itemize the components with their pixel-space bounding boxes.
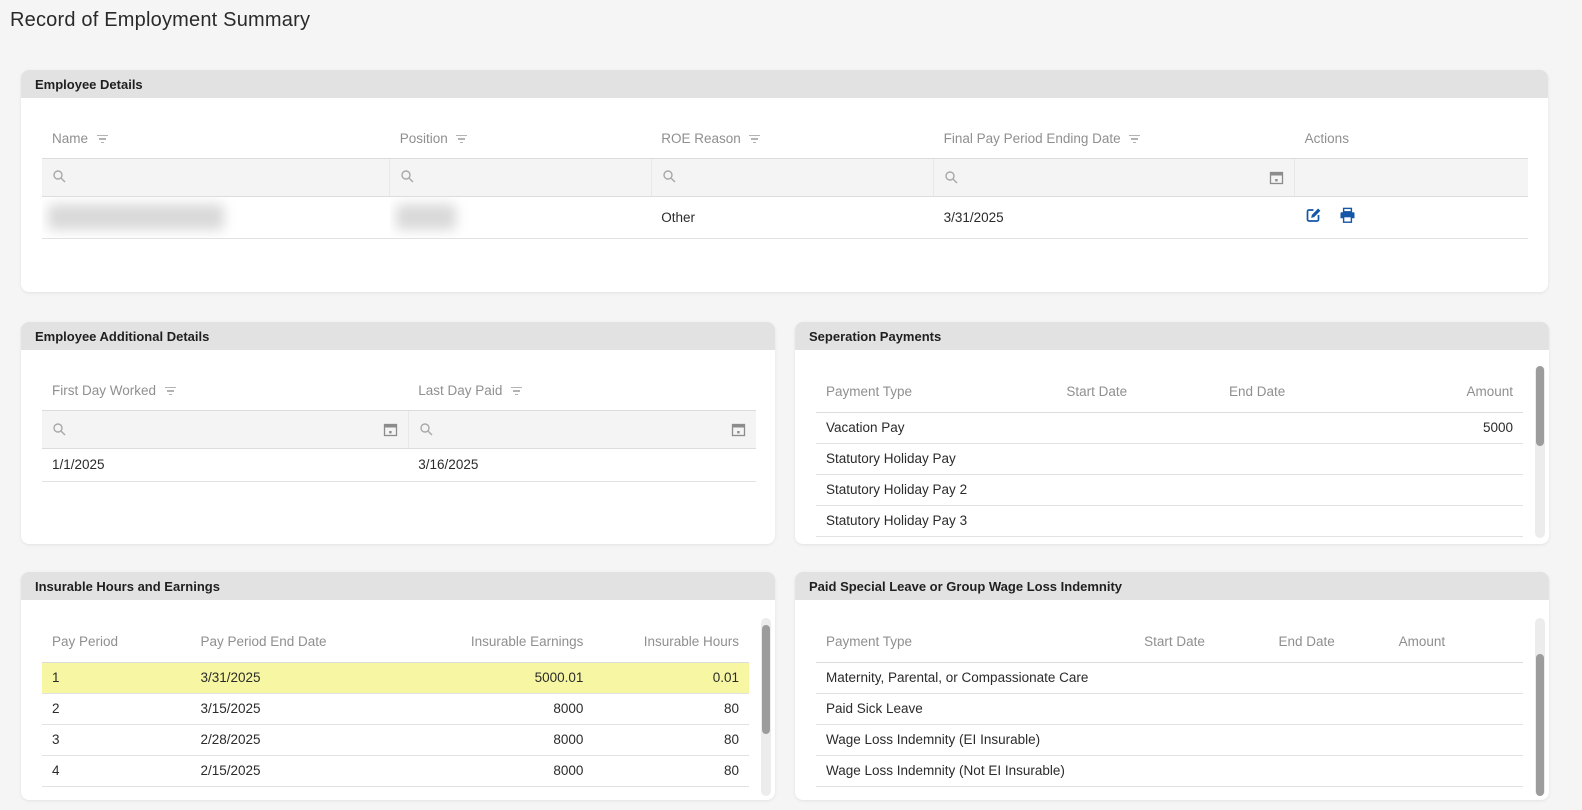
first-day-worked-value: 1/1/2025	[42, 448, 409, 482]
employee-additional-details-table: First Day Worked Last Day Paid 1/1/2025 …	[42, 372, 756, 482]
search-icon	[53, 423, 66, 436]
column-header-amount: Amount	[1388, 622, 1523, 663]
first-day-worked-filter-input[interactable]	[42, 410, 409, 449]
leave-row[interactable]: Paid Sick Leave	[816, 693, 1523, 725]
employee-additional-details-panel-header: Employee Additional Details	[21, 322, 775, 350]
pay-period-row-selected[interactable]: 1 3/31/2025 5000.01 0.01	[42, 662, 749, 694]
actions-filter-cell	[1294, 158, 1528, 197]
print-icon	[1340, 207, 1355, 223]
column-header-pay-period-end-date: Pay Period End Date	[190, 622, 403, 663]
scrollbar-track[interactable]	[1535, 366, 1545, 538]
roe-reason-filter-input[interactable]	[650, 158, 934, 197]
search-icon	[663, 169, 676, 182]
panel-title: Paid Special Leave or Group Wage Loss In…	[809, 578, 1123, 594]
panel-title: Employee Details	[35, 76, 143, 92]
payment-row[interactable]: Vacation Pay 5000	[816, 412, 1523, 444]
calendar-icon[interactable]	[1269, 170, 1284, 185]
leave-row[interactable]: Maternity, Parental, or Compassionate Ca…	[816, 662, 1523, 694]
scrollbar-track[interactable]	[1535, 618, 1545, 796]
edit-button[interactable]	[1305, 207, 1322, 224]
search-icon	[401, 169, 414, 182]
column-header-first-day-worked[interactable]: First Day Worked	[42, 372, 409, 411]
filter-icon	[1129, 134, 1141, 143]
pay-period-row[interactable]: 3 2/28/2025 8000 80	[42, 724, 749, 756]
header-row: First Day Worked Last Day Paid	[42, 372, 756, 411]
column-header-actions: Actions	[1294, 120, 1528, 159]
column-header-insurable-hours: Insurable Hours	[593, 622, 749, 663]
filter-icon	[510, 386, 522, 395]
employee-details-panel-header: Employee Details	[21, 70, 1548, 98]
column-header-payment-type: Payment Type	[816, 372, 1057, 413]
additional-details-row[interactable]: 1/1/2025 3/16/2025	[42, 448, 756, 482]
separation-payments-panel-header: Seperation Payments	[795, 322, 1549, 350]
header-row: Payment Type Start Date End Date Amount	[816, 372, 1523, 413]
header-row: Pay Period Pay Period End Date Insurable…	[42, 622, 749, 663]
insurable-hours-earnings-panel: Insurable Hours and Earnings Pay Period …	[21, 572, 775, 800]
column-header-roe-reason[interactable]: ROE Reason	[651, 120, 934, 159]
panel-title: Employee Additional Details	[35, 328, 210, 344]
scrollbar-thumb[interactable]	[1536, 366, 1544, 446]
insurable-hours-earnings-table: Pay Period Pay Period End Date Insurable…	[42, 622, 749, 787]
header-row: Payment Type Start Date End Date Amount	[816, 622, 1523, 663]
paid-special-leave-panel-header: Paid Special Leave or Group Wage Loss In…	[795, 572, 1549, 600]
separation-payments-table: Payment Type Start Date End Date Amount …	[816, 372, 1523, 537]
column-header-start-date: Start Date	[1056, 372, 1219, 413]
filter-icon	[96, 134, 108, 143]
scrollbar-thumb[interactable]	[762, 625, 770, 734]
scrollbar-track[interactable]	[761, 618, 771, 796]
final-pay-period-filter-input[interactable]	[933, 158, 1295, 197]
payment-row[interactable]: Statutory Holiday Pay 2	[816, 474, 1523, 506]
column-header-pay-period: Pay Period	[42, 622, 191, 663]
pay-period-row[interactable]: 2 3/15/2025 8000 80	[42, 693, 749, 725]
edit-icon	[1306, 208, 1321, 222]
column-header-last-day-paid[interactable]: Last Day Paid	[408, 372, 756, 411]
panel-title: Insurable Hours and Earnings	[35, 578, 220, 594]
pay-period-row[interactable]: 4 2/15/2025 8000 80	[42, 755, 749, 787]
separation-payments-panel: Seperation Payments Payment Type Start D…	[795, 322, 1549, 544]
last-day-paid-filter-input[interactable]	[407, 410, 756, 449]
scrollbar-thumb[interactable]	[1536, 654, 1544, 796]
column-header-amount: Amount	[1388, 372, 1523, 413]
employee-row[interactable]: Other 3/31/2025	[42, 196, 1528, 239]
paid-special-leave-table: Payment Type Start Date End Date Amount …	[816, 622, 1523, 787]
print-button[interactable]	[1339, 207, 1356, 224]
column-header-payment-type: Payment Type	[816, 622, 1135, 663]
header-row: Name Position ROE Reason Final Pay Perio…	[42, 120, 1528, 159]
paid-special-leave-panel: Paid Special Leave or Group Wage Loss In…	[795, 572, 1549, 800]
insurable-hours-earnings-panel-header: Insurable Hours and Earnings	[21, 572, 775, 600]
leave-row[interactable]: Wage Loss Indemnity (EI Insurable)	[816, 724, 1523, 756]
employee-additional-details-panel: Employee Additional Details First Day Wo…	[21, 322, 775, 544]
calendar-icon[interactable]	[731, 422, 746, 437]
calendar-icon[interactable]	[383, 422, 398, 437]
search-icon	[945, 171, 958, 184]
column-header-end-date: End Date	[1268, 622, 1389, 663]
panel-title: Seperation Payments	[809, 328, 942, 344]
payment-row[interactable]: Statutory Holiday Pay 3	[816, 505, 1523, 537]
name-filter-input[interactable]	[42, 158, 390, 197]
roe-reason-value: Other	[651, 196, 934, 239]
search-icon	[53, 169, 66, 182]
employee-details-table: Name Position ROE Reason Final Pay Perio…	[42, 120, 1528, 239]
leave-row[interactable]: Wage Loss Indemnity (Not EI Insurable)	[816, 755, 1523, 787]
filter-row	[42, 158, 1528, 197]
filter-icon	[164, 386, 176, 395]
column-header-insurable-earnings: Insurable Earnings	[402, 622, 594, 663]
final-pay-period-value: 3/31/2025	[933, 196, 1295, 239]
column-header-final-pay-period-ending-date[interactable]: Final Pay Period Ending Date	[933, 120, 1295, 159]
column-header-name[interactable]: Name	[42, 120, 390, 159]
filter-icon	[749, 134, 761, 143]
redacted-position	[395, 204, 456, 230]
employee-details-panel: Employee Details Name Position ROE Reaso…	[21, 70, 1548, 292]
column-header-start-date: Start Date	[1134, 622, 1269, 663]
filter-icon	[456, 134, 468, 143]
redacted-name	[48, 204, 224, 230]
page-title: Record of Employment Summary	[10, 9, 311, 31]
last-day-paid-value: 3/16/2025	[408, 448, 756, 482]
search-icon	[420, 423, 433, 436]
filter-row	[42, 410, 756, 449]
column-header-end-date: End Date	[1218, 372, 1389, 413]
position-filter-input[interactable]	[389, 158, 652, 197]
column-header-position[interactable]: Position	[389, 120, 652, 159]
payment-row[interactable]: Statutory Holiday Pay	[816, 443, 1523, 475]
